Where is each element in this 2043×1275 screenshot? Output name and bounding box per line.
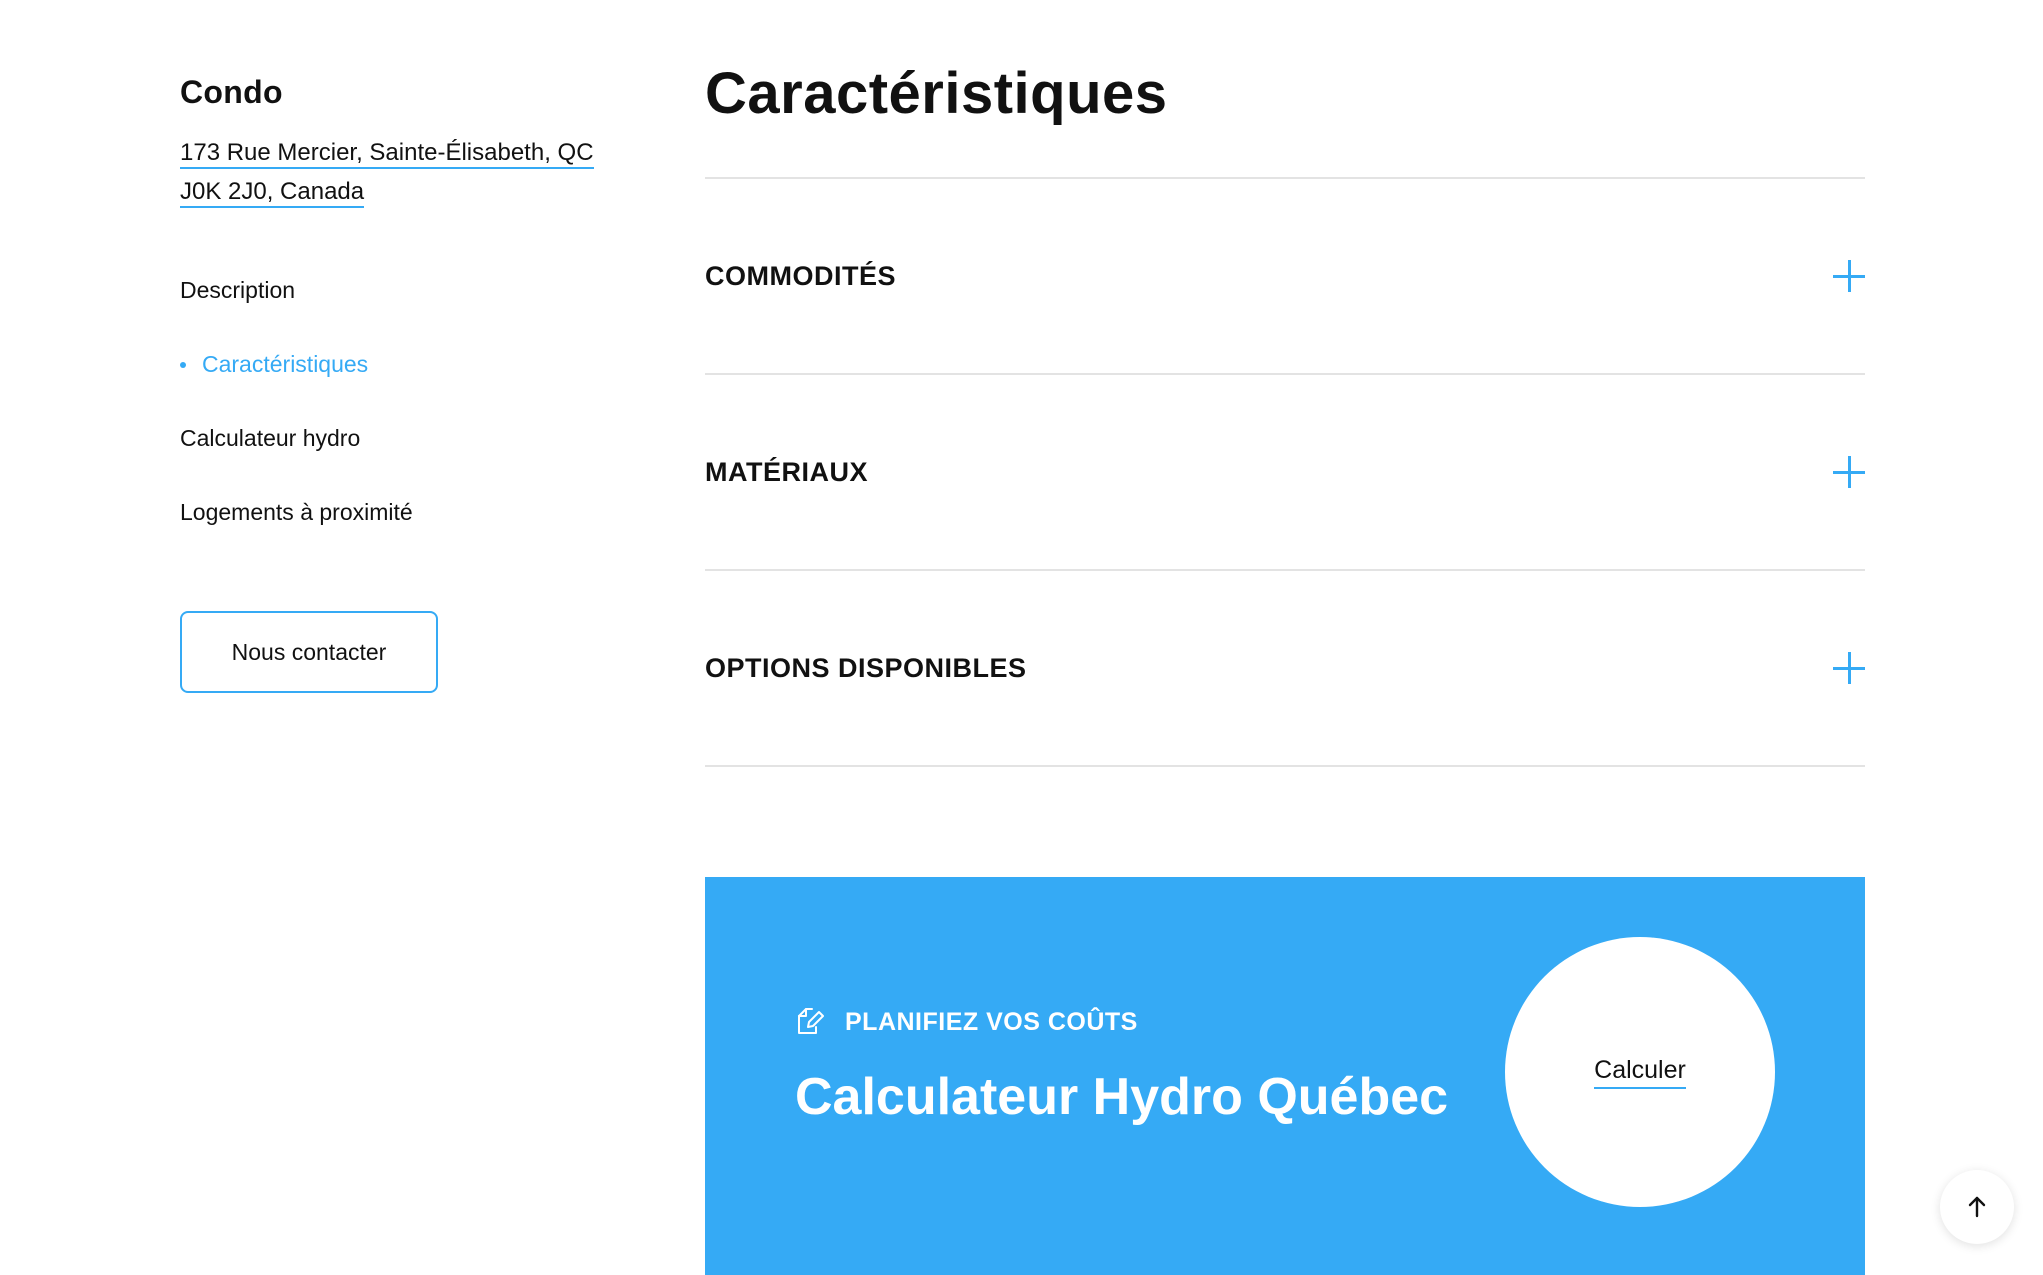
accordion-materiaux[interactable]: MATÉRIAUX	[705, 375, 1865, 571]
address-link[interactable]: 173 Rue Mercier, Sainte-Élisabeth, QC J0…	[180, 133, 594, 211]
section-nav: Description Caractéristiques Calculateur…	[180, 275, 640, 571]
accordion-label: MATÉRIAUX	[705, 456, 868, 487]
accordion-label: OPTIONS DISPONIBLES	[705, 652, 1027, 683]
arrow-up-icon	[1968, 1196, 1986, 1218]
accordion-options-disponibles[interactable]: OPTIONS DISPONIBLES	[705, 571, 1865, 767]
plus-icon[interactable]	[1833, 652, 1865, 684]
contact-button[interactable]: Nous contacter	[180, 611, 438, 693]
page: Condo 173 Rue Mercier, Sainte-Élisabeth,…	[0, 0, 2043, 1275]
property-type: Condo	[180, 74, 283, 110]
calculate-button[interactable]: Calculer	[1505, 937, 1775, 1207]
address-line-1: 173 Rue Mercier, Sainte-Élisabeth, QC	[180, 139, 594, 169]
address-line-2: J0K 2J0, Canada	[180, 178, 365, 208]
nav-item-calculateur-hydro[interactable]: Calculateur hydro	[180, 423, 640, 497]
nav-item-description[interactable]: Description	[180, 275, 640, 349]
scroll-to-top-button[interactable]	[1940, 1170, 2014, 1244]
features-accordion: COMMODITÉS MATÉRIAUX OPTIONS DISPONIBLES	[705, 177, 1865, 767]
banner-eyebrow-text: PLANIFIEZ VOS COÛTS	[845, 1007, 1138, 1036]
plus-icon[interactable]	[1833, 260, 1865, 292]
page-title: Caractéristiques	[705, 61, 1168, 126]
nav-item-caracteristiques[interactable]: Caractéristiques	[180, 349, 640, 423]
banner-title: Calculateur Hydro Québec	[795, 1068, 1449, 1126]
nav-item-logements-proximite[interactable]: Logements à proximité	[180, 497, 640, 571]
pencil-edit-icon	[798, 1008, 824, 1034]
hydro-calculator-banner: PLANIFIEZ VOS COÛTS Calculateur Hydro Qu…	[705, 877, 1865, 1275]
main-content: Caractéristiques COMMODITÉS MATÉRIAUX OP…	[705, 60, 1865, 767]
sidebar: Condo 173 Rue Mercier, Sainte-Élisabeth,…	[180, 74, 640, 693]
accordion-commodites[interactable]: COMMODITÉS	[705, 179, 1865, 375]
plus-icon[interactable]	[1833, 456, 1865, 488]
calculate-link[interactable]: Calculer	[1594, 1056, 1686, 1089]
accordion-label: COMMODITÉS	[705, 260, 896, 291]
banner-eyebrow: PLANIFIEZ VOS COÛTS	[795, 1007, 1138, 1037]
